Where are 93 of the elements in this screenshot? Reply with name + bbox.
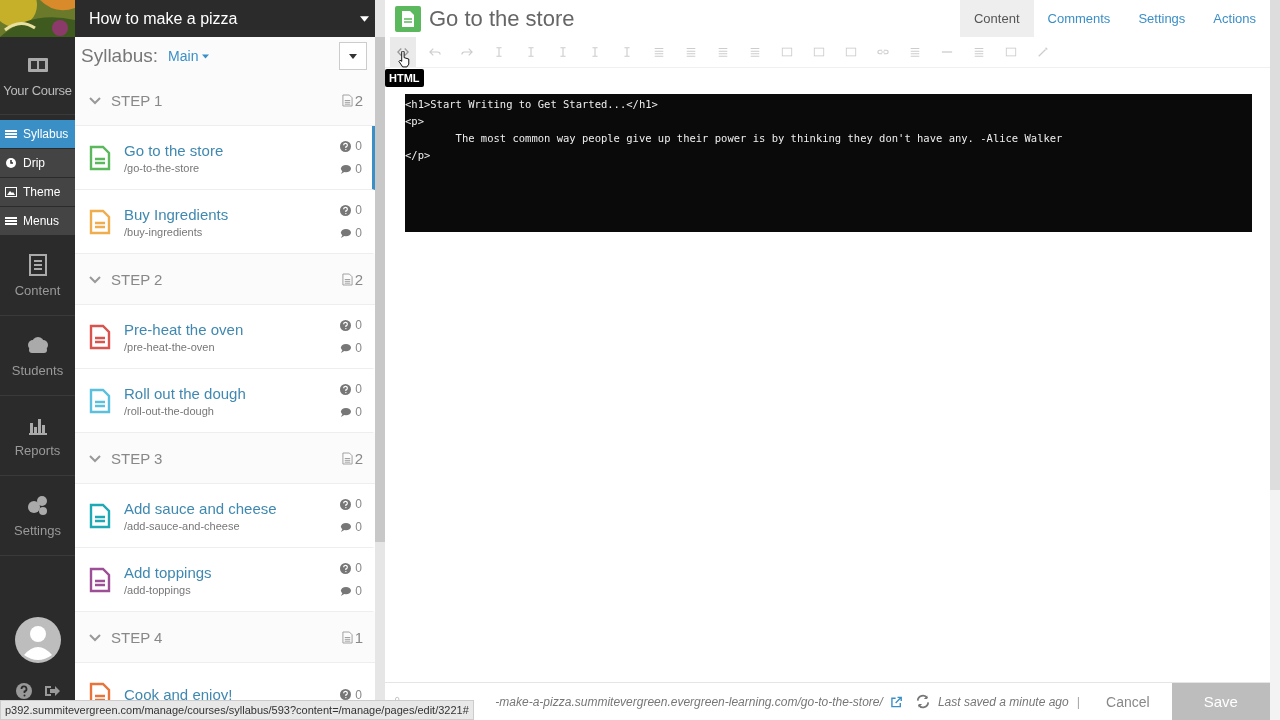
question-icon — [340, 498, 352, 510]
lesson-slug: /go-to-the-store — [124, 161, 201, 174]
comment-icon — [340, 163, 352, 175]
chevron-icon[interactable] — [89, 94, 101, 106]
step-title[interactable]: STEP 1 — [111, 91, 332, 109]
code-editor[interactable]: <h1>Start Writing to Get Started...</h1> <p> The most common way people give up their power is by thinking they don't have any. -Alice Walker </p> — [405, 94, 1252, 232]
caret-icon — [202, 53, 210, 59]
step-title[interactable]: STEP 4 — [111, 628, 332, 646]
save-status: Last saved a minute ago — [937, 694, 1069, 709]
tab[interactable]: Settings — [1124, 0, 1200, 37]
lesson-title[interactable]: Roll out the dough — [124, 384, 341, 402]
tooltip: HTML — [385, 69, 424, 87]
refresh-icon[interactable] — [916, 694, 930, 709]
tab[interactable]: Content — [959, 0, 1034, 37]
scrollbar[interactable] — [1270, 0, 1280, 720]
nav-item[interactable]: Syllabus — [0, 120, 75, 148]
comment-icon — [340, 521, 352, 533]
question-count: 0 — [355, 561, 362, 575]
separator: | — [1076, 694, 1081, 709]
lesson-slug: /buy-ingredients — [124, 225, 204, 238]
lesson-slug: /roll-out-the-dough — [124, 404, 215, 417]
caret-icon — [360, 15, 369, 22]
avatar[interactable] — [14, 617, 61, 663]
nav-item[interactable]: Menus — [0, 207, 75, 235]
chevron-icon[interactable] — [89, 631, 101, 643]
link-status-tooltip: p392.summitevergreen.com/manage/courses/syllabus/593?content=/manage/pages/edit/3221# — [0, 700, 474, 720]
question-count: 0 — [355, 382, 362, 396]
question-icon — [340, 562, 352, 574]
comment-icon — [340, 406, 352, 418]
question-icon — [340, 383, 352, 395]
tab[interactable]: Comments — [1033, 0, 1125, 37]
comment-icon — [340, 342, 352, 354]
caret-icon — [349, 53, 357, 59]
question-count: 0 — [355, 318, 362, 332]
list-icon — [5, 128, 17, 140]
lesson-title[interactable]: Pre-heat the oven — [124, 320, 341, 338]
step-title[interactable]: STEP 3 — [111, 449, 332, 467]
lesson-title[interactable]: Add toppings — [124, 563, 341, 581]
question-count: 0 — [355, 497, 362, 511]
question-count: 0 — [355, 203, 362, 217]
step-title[interactable]: STEP 2 — [111, 270, 332, 288]
page-count: 2 — [354, 91, 363, 109]
page-count: 2 — [354, 449, 363, 467]
document-icon — [341, 451, 353, 465]
document-icon — [341, 272, 353, 286]
cancel-button[interactable]: Cancel — [1092, 693, 1164, 710]
clock-icon — [5, 157, 17, 169]
comment-count: 0 — [355, 405, 362, 419]
lesson-slug: /add-toppings — [124, 583, 192, 596]
question-count: 0 — [355, 139, 362, 153]
lesson-slug: /pre-heat-the-oven — [124, 340, 216, 353]
external-link-icon[interactable] — [890, 695, 902, 708]
nav-item[interactable]: Drip — [0, 149, 75, 177]
question-icon — [340, 689, 352, 700]
lesson-item[interactable]: Add toppings /add-toppings 0 0 — [75, 548, 375, 612]
lesson-title[interactable]: Add sauce and cheese — [124, 499, 341, 517]
question-icon — [340, 140, 352, 152]
chevron-icon[interactable] — [89, 452, 101, 464]
course-selector[interactable]: How to make a pizza — [75, 0, 375, 37]
syllabus-menu[interactable]: Main — [168, 48, 329, 64]
tab[interactable]: Actions — [1199, 0, 1270, 37]
comment-count: 0 — [355, 520, 362, 534]
chevron-icon[interactable] — [89, 273, 101, 285]
document-icon — [341, 630, 353, 644]
dropdown-button[interactable] — [339, 42, 367, 70]
list-icon — [5, 215, 17, 227]
logout-icon[interactable] — [43, 683, 60, 699]
lesson-title[interactable]: Buy Ingredients — [124, 205, 341, 223]
question-icon — [340, 319, 352, 331]
comment-count: 0 — [355, 226, 362, 240]
document-icon — [341, 93, 353, 107]
page-count: 2 — [354, 270, 363, 288]
lesson-item[interactable]: Roll out the dough /roll-out-the-dough 0 0 — [75, 369, 375, 433]
question-count: 0 — [355, 687, 362, 702]
page-url[interactable]: -make-a-pizza.summitevergreen.evergreen-learning.com/go-to-the-store/ — [495, 694, 883, 709]
help-icon[interactable] — [15, 683, 32, 699]
lesson-item[interactable]: Buy Ingredients /buy-ingredients 0 0 — [75, 190, 375, 254]
comment-count: 0 — [355, 584, 362, 598]
page-title: Go to the store — [429, 5, 576, 32]
lesson-item[interactable]: Pre-heat the oven /pre-heat-the-oven 0 0 — [75, 305, 375, 369]
lesson-slug: /add-sauce-and-cheese — [124, 519, 241, 532]
lesson-item[interactable]: Go to the store /go-to-the-store 0 0 — [75, 126, 375, 190]
nav-item[interactable]: Theme — [0, 178, 75, 206]
question-icon — [340, 204, 352, 216]
lesson-item[interactable]: Add sauce and cheese /add-sauce-and-cheese 0 0 — [75, 484, 375, 548]
document-icon — [395, 5, 421, 32]
syllabus-label: Syllabus: — [81, 45, 159, 67]
comment-icon — [340, 227, 352, 239]
comment-count: 0 — [355, 341, 362, 355]
comment-count: 0 — [355, 162, 362, 176]
comment-icon — [340, 585, 352, 597]
lesson-title[interactable]: Go to the store — [124, 141, 341, 159]
page-count: 1 — [354, 628, 363, 646]
